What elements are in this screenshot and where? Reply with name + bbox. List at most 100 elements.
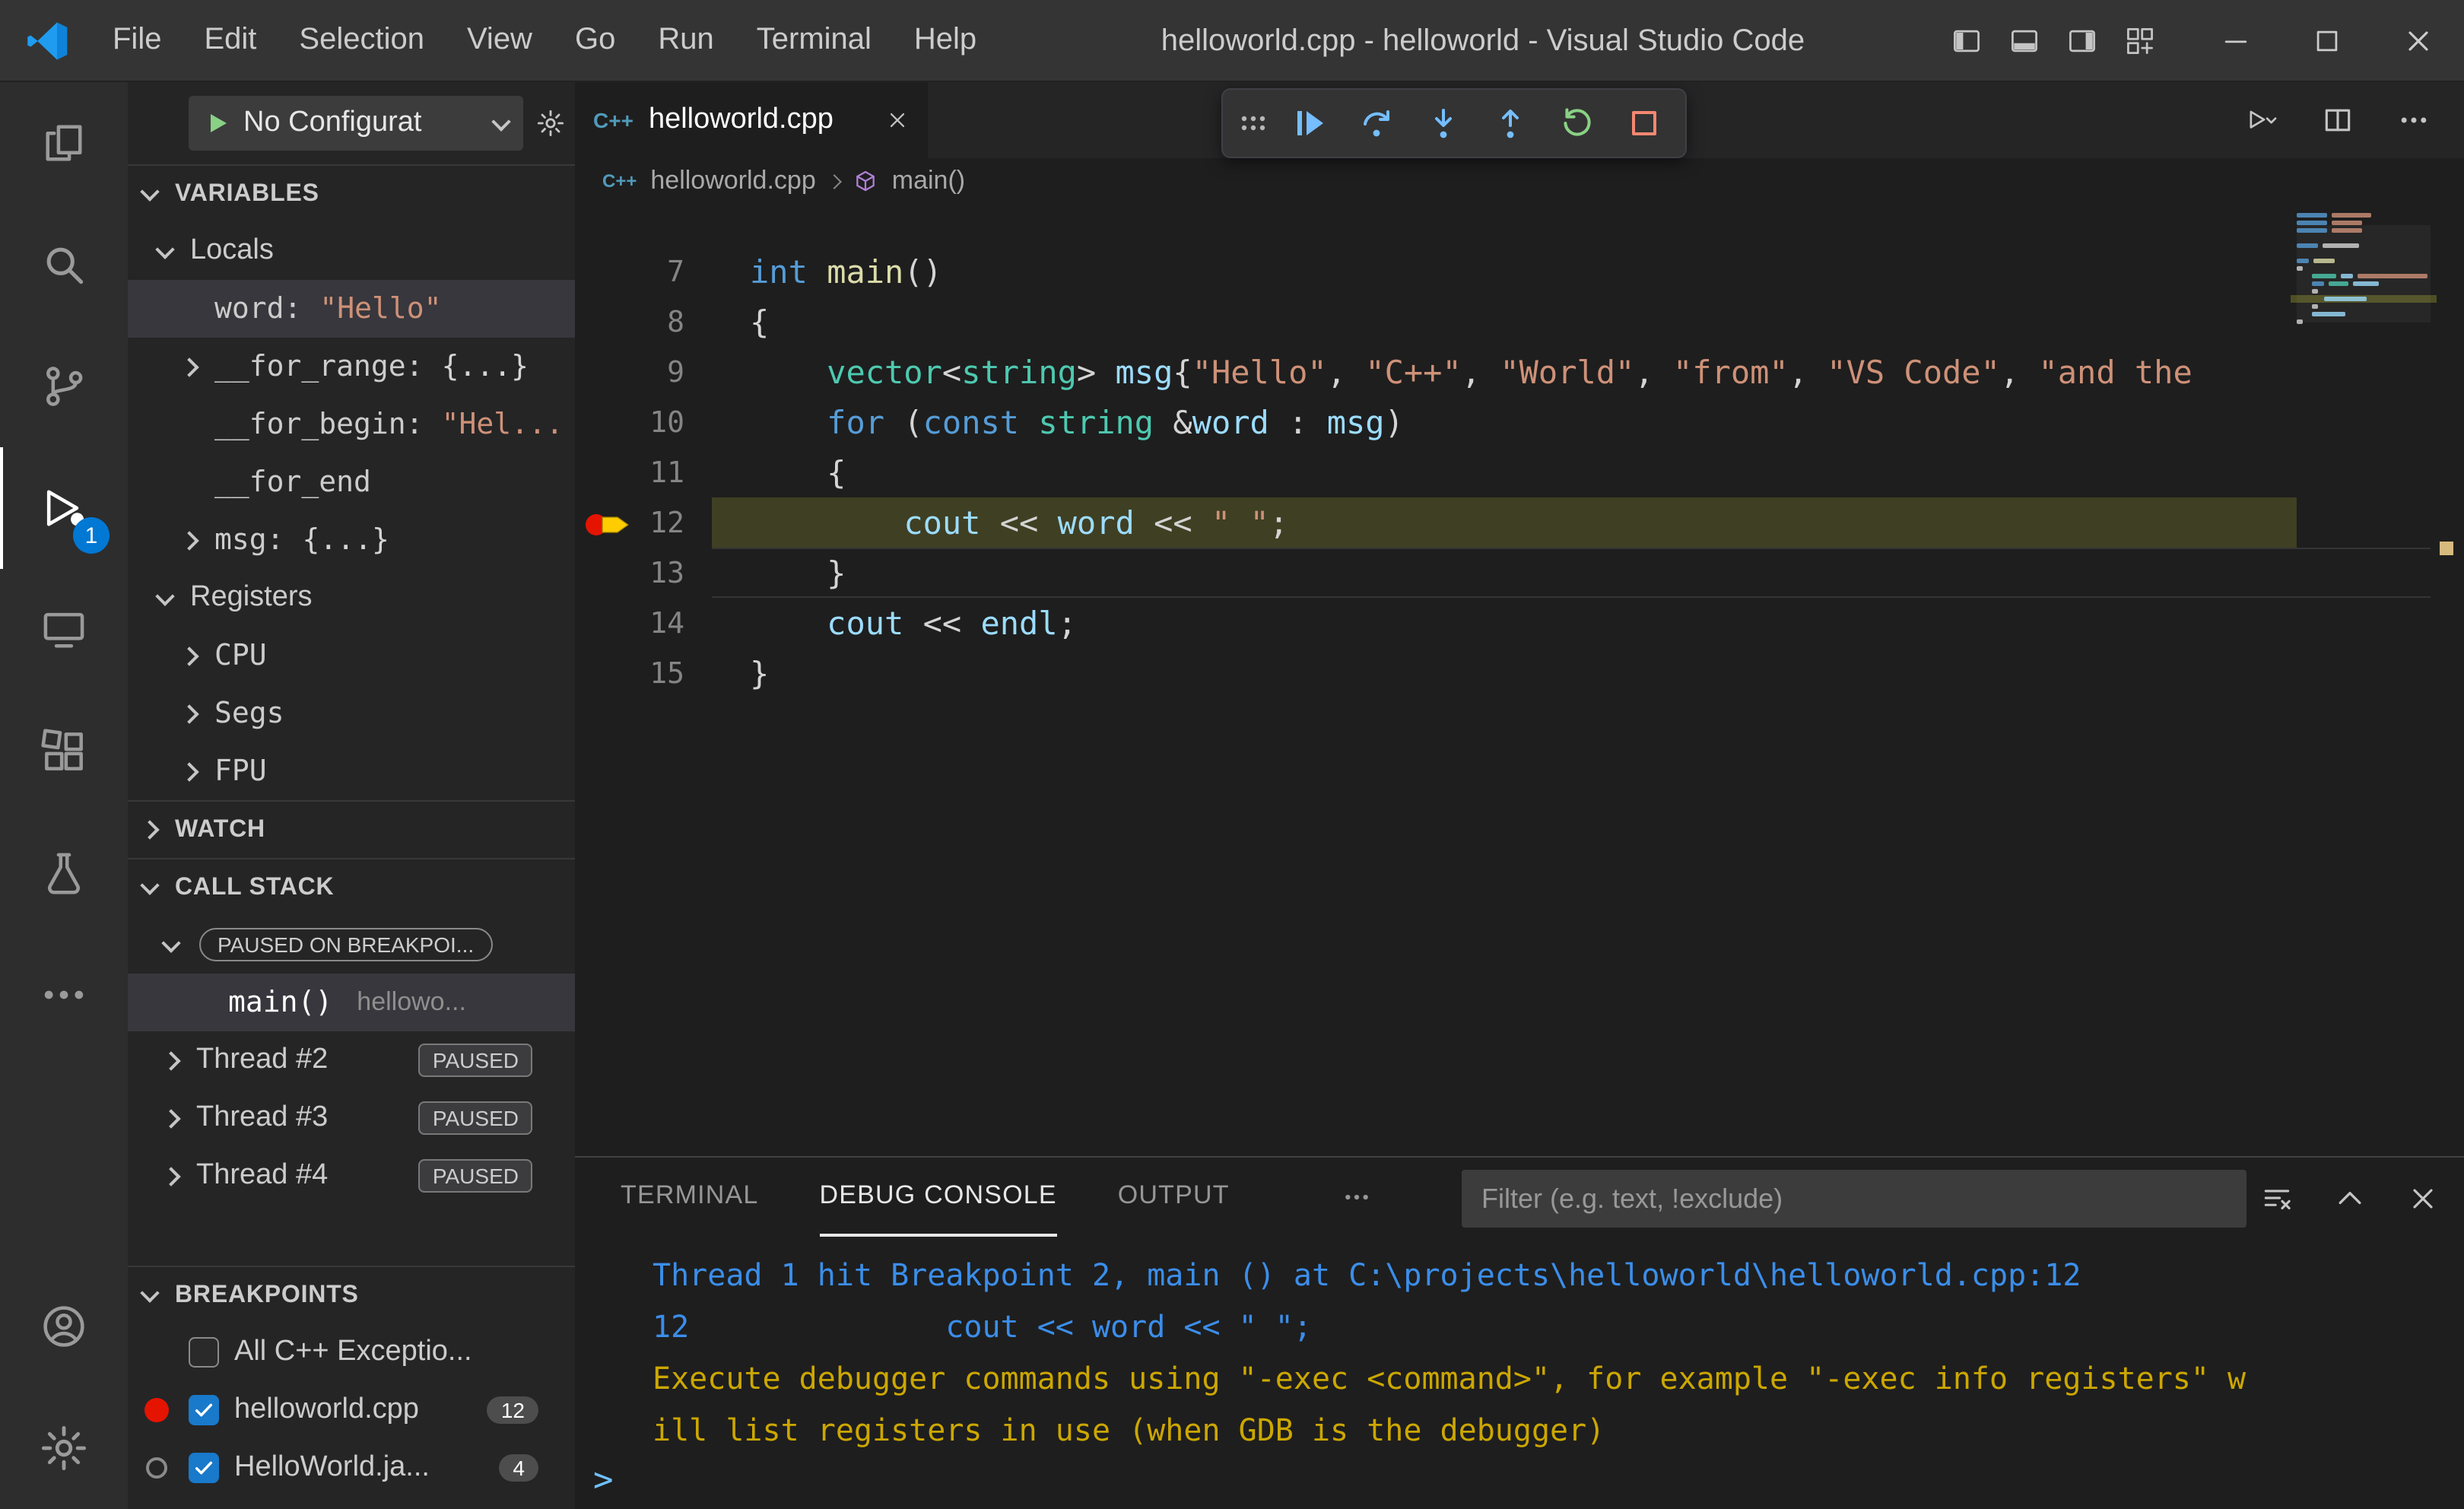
- menu-file[interactable]: File: [91, 0, 183, 81]
- watch-section-header[interactable]: WATCH: [128, 800, 575, 858]
- code-line[interactable]: 10 for (const string &word : msg): [575, 397, 2464, 447]
- activity-remote-explorer[interactable]: [0, 569, 128, 691]
- line-number[interactable]: 11: [575, 456, 707, 489]
- tab-helloworld-cpp[interactable]: C++ helloworld.cpp: [575, 82, 928, 158]
- menu-terminal[interactable]: Terminal: [735, 0, 893, 81]
- activity-more[interactable]: [0, 934, 128, 1056]
- debug-step-out-button[interactable]: [1478, 93, 1542, 154]
- twistie-icon[interactable]: [161, 1166, 181, 1186]
- call-stack-section-header[interactable]: CALL STACK: [128, 858, 575, 916]
- breadcrumb-symbol[interactable]: main(): [892, 166, 965, 196]
- more-actions-icon[interactable]: [2397, 103, 2431, 137]
- twistie-icon[interactable]: [179, 357, 199, 376]
- breakpoint-checkbox[interactable]: [189, 1337, 219, 1368]
- register-group-row[interactable]: CPU: [128, 627, 575, 685]
- breakpoint-row[interactable]: All C++ Exceptio...: [128, 1323, 575, 1381]
- debug-step-over-button[interactable]: [1345, 93, 1408, 154]
- clear-console-icon[interactable]: [2260, 1182, 2294, 1215]
- debug-settings-gear-icon[interactable]: [535, 108, 566, 138]
- menu-run[interactable]: Run: [637, 0, 735, 81]
- line-number[interactable]: 7: [575, 255, 707, 288]
- twistie-icon[interactable]: [179, 530, 199, 550]
- breakpoints-section-header[interactable]: BREAKPOINTS: [128, 1266, 575, 1323]
- panel-tab-output[interactable]: OUTPUT: [1118, 1158, 1230, 1237]
- menu-view[interactable]: View: [446, 0, 554, 81]
- breakpoint-checkbox[interactable]: [189, 1453, 219, 1483]
- debug-restart-button[interactable]: [1545, 93, 1609, 154]
- twistie-icon[interactable]: [161, 1108, 181, 1128]
- breakpoint-row[interactable]: helloworld.cpp 12: [128, 1381, 575, 1439]
- register-group-row[interactable]: FPU: [128, 742, 575, 800]
- variable-row[interactable]: __for_end: [128, 453, 575, 511]
- stack-frame-main[interactable]: main() hellowo...: [128, 974, 575, 1031]
- line-number[interactable]: 14: [575, 606, 707, 640]
- activity-settings[interactable]: [0, 1387, 128, 1509]
- twistie-icon[interactable]: [179, 704, 199, 723]
- activity-source-control[interactable]: [0, 326, 128, 447]
- line-number[interactable]: 15: [575, 656, 707, 690]
- menu-selection[interactable]: Selection: [278, 0, 446, 81]
- console-filter-input[interactable]: [1462, 1170, 2246, 1228]
- close-button[interactable]: [2373, 0, 2464, 82]
- debug-console-input[interactable]: >: [593, 1457, 614, 1503]
- code-line[interactable]: 13 }: [575, 548, 2464, 598]
- variable-row[interactable]: word: "Hello": [128, 280, 575, 338]
- thread-row[interactable]: Thread #3 PAUSED: [128, 1089, 575, 1147]
- activity-extensions[interactable]: [0, 691, 128, 812]
- code-line[interactable]: 12 cout << word << " ";: [575, 497, 2464, 548]
- line-number[interactable]: 9: [575, 355, 707, 389]
- line-number[interactable]: 8: [575, 305, 707, 338]
- panel-tab-terminal[interactable]: TERMINAL: [621, 1158, 759, 1237]
- registers-scope-row[interactable]: Registers: [128, 569, 575, 627]
- debug-configuration-dropdown[interactable]: No Configurat: [189, 96, 523, 151]
- toggle-primary-sidebar-icon[interactable]: [1950, 24, 1983, 58]
- twistie-icon[interactable]: [161, 1050, 181, 1070]
- code-line[interactable]: 8{: [575, 297, 2464, 347]
- split-editor-icon[interactable]: [2321, 103, 2354, 137]
- toggle-panel-icon[interactable]: [2008, 24, 2041, 58]
- activity-run-and-debug[interactable]: 1: [0, 447, 128, 569]
- thread-row[interactable]: Thread #2 PAUSED: [128, 1031, 575, 1089]
- code-line[interactable]: 7 int main(): [575, 246, 2464, 297]
- twistie-icon[interactable]: [179, 646, 199, 666]
- breakpoint-checkbox[interactable]: [189, 1395, 219, 1425]
- debug-drag-handle-button[interactable]: [1232, 93, 1275, 154]
- maximize-button[interactable]: [2281, 0, 2373, 82]
- panel-tab-debug-console[interactable]: DEBUG CONSOLE: [819, 1158, 1057, 1237]
- code-editor[interactable]: 7 int main() 8{9 vector<string> msg{"Hello…: [575, 204, 2464, 1156]
- minimap[interactable]: [2291, 213, 2437, 327]
- toggle-secondary-sidebar-icon[interactable]: [2066, 24, 2099, 58]
- menu-edit[interactable]: Edit: [183, 0, 278, 81]
- code-line[interactable]: 11 {: [575, 447, 2464, 497]
- menu-help[interactable]: Help: [893, 0, 998, 81]
- variable-row[interactable]: __for_begin: "Hel...: [128, 396, 575, 453]
- variable-row[interactable]: __for_range: {...}: [128, 338, 575, 396]
- activity-testing[interactable]: [0, 812, 128, 934]
- activity-search[interactable]: [0, 204, 128, 326]
- thread-row[interactable]: Thread #4 PAUSED: [128, 1147, 575, 1205]
- locals-scope-row[interactable]: Locals: [128, 222, 575, 280]
- customize-layout-icon[interactable]: [2123, 24, 2157, 58]
- panel-more-tabs-icon[interactable]: [1342, 1182, 1373, 1212]
- close-panel-icon[interactable]: [2406, 1182, 2440, 1215]
- variable-row[interactable]: msg: {...}: [128, 511, 575, 569]
- thread-1-row[interactable]: PAUSED ON BREAKPOI...: [128, 916, 575, 974]
- menu-go[interactable]: Go: [554, 0, 637, 81]
- activity-accounts[interactable]: [0, 1266, 128, 1387]
- variables-section-header[interactable]: VARIABLES: [128, 164, 575, 222]
- activity-explorer[interactable]: [0, 82, 128, 204]
- register-group-row[interactable]: Segs: [128, 685, 575, 742]
- maximize-panel-icon[interactable]: [2333, 1182, 2367, 1215]
- start-debugging-icon[interactable]: [204, 110, 231, 137]
- debug-stop-button[interactable]: [1612, 93, 1676, 154]
- line-number[interactable]: 13: [575, 556, 707, 589]
- code-line[interactable]: 15}: [575, 648, 2464, 698]
- close-tab-icon[interactable]: [885, 108, 910, 132]
- twistie-icon[interactable]: [179, 761, 199, 781]
- debug-continue-button[interactable]: [1278, 93, 1342, 154]
- minimize-button[interactable]: [2190, 0, 2281, 82]
- breadcrumb-file[interactable]: helloworld.cpp: [650, 166, 815, 196]
- debug-step-into-button[interactable]: [1411, 93, 1475, 154]
- run-or-debug-icon[interactable]: [2245, 103, 2278, 137]
- line-number[interactable]: 10: [575, 405, 707, 439]
